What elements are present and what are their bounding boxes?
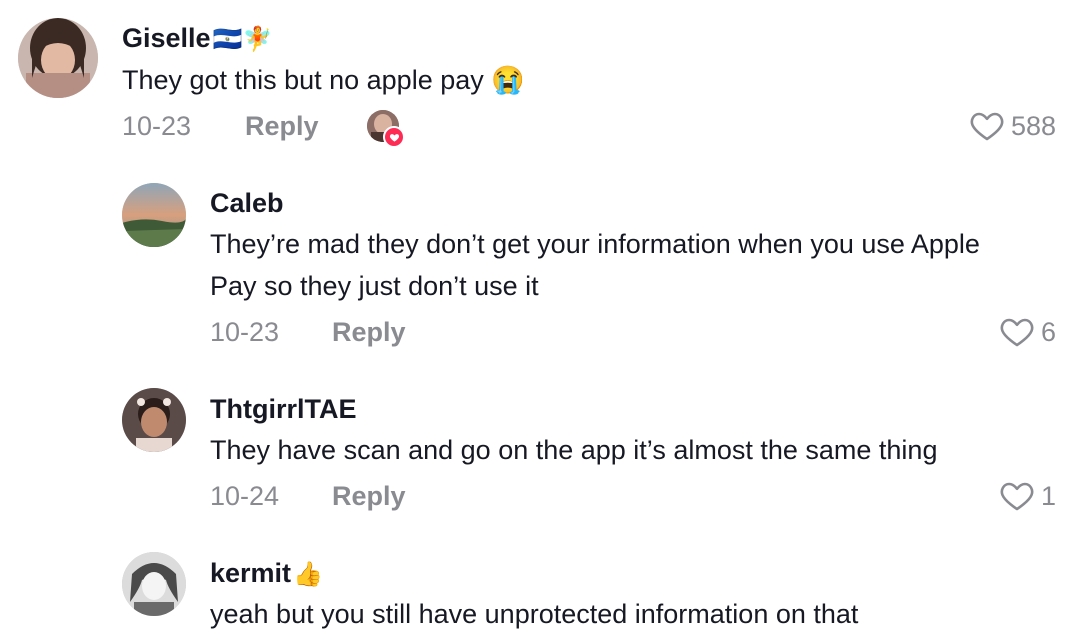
comment-text: They’re mad they don’t get your informat… (210, 229, 980, 259)
reply-button[interactable]: Reply (332, 316, 406, 348)
comment-text: They have scan and go on the app it’s al… (210, 435, 938, 465)
comment-text: yeah but you still have unprotected info… (210, 599, 859, 629)
avatar[interactable] (18, 18, 98, 98)
comment-date: 10-23 (210, 317, 280, 347)
heart-outline-icon (1000, 482, 1034, 511)
comment-text: They got this but no apple pay 😭 (122, 65, 525, 95)
reply-button[interactable]: Reply (245, 110, 319, 142)
comment-date: 10-23 (122, 111, 192, 141)
like-count: 588 (1010, 111, 1056, 141)
like-count: 6 (1040, 317, 1056, 347)
username-text: kermit (210, 558, 292, 588)
heart-outline-icon (970, 112, 1004, 141)
reply-button[interactable]: Reply (332, 480, 406, 512)
username-text: Giselle (122, 23, 211, 53)
username-text: Caleb (210, 188, 284, 218)
comment-username[interactable]: Giselle🇸🇻🧚 (122, 22, 272, 56)
comment-username[interactable]: ThtgirrlTAE (210, 393, 356, 425)
username-emoji: 🇸🇻🧚 (212, 26, 273, 53)
username-emoji: 👍 (293, 561, 323, 588)
heart-badge-icon (383, 126, 405, 148)
like-button[interactable]: 1 (999, 480, 1056, 512)
comment-username[interactable]: kermit👍 (210, 557, 323, 591)
username-text: ThtgirrlTAE (210, 394, 357, 424)
like-button[interactable]: 588 (969, 110, 1056, 142)
like-button[interactable]: 6 (999, 316, 1056, 348)
creator-liked-badge (367, 110, 405, 148)
avatar[interactable] (122, 183, 186, 247)
comment-username[interactable]: Caleb (210, 187, 284, 219)
like-count: 1 (1040, 481, 1056, 511)
comment-date: 10-24 (210, 481, 280, 511)
avatar[interactable] (122, 552, 186, 616)
comment-text: Pay so they just don’t use it (210, 271, 539, 301)
avatar[interactable] (122, 388, 186, 452)
heart-outline-icon (1000, 318, 1034, 347)
